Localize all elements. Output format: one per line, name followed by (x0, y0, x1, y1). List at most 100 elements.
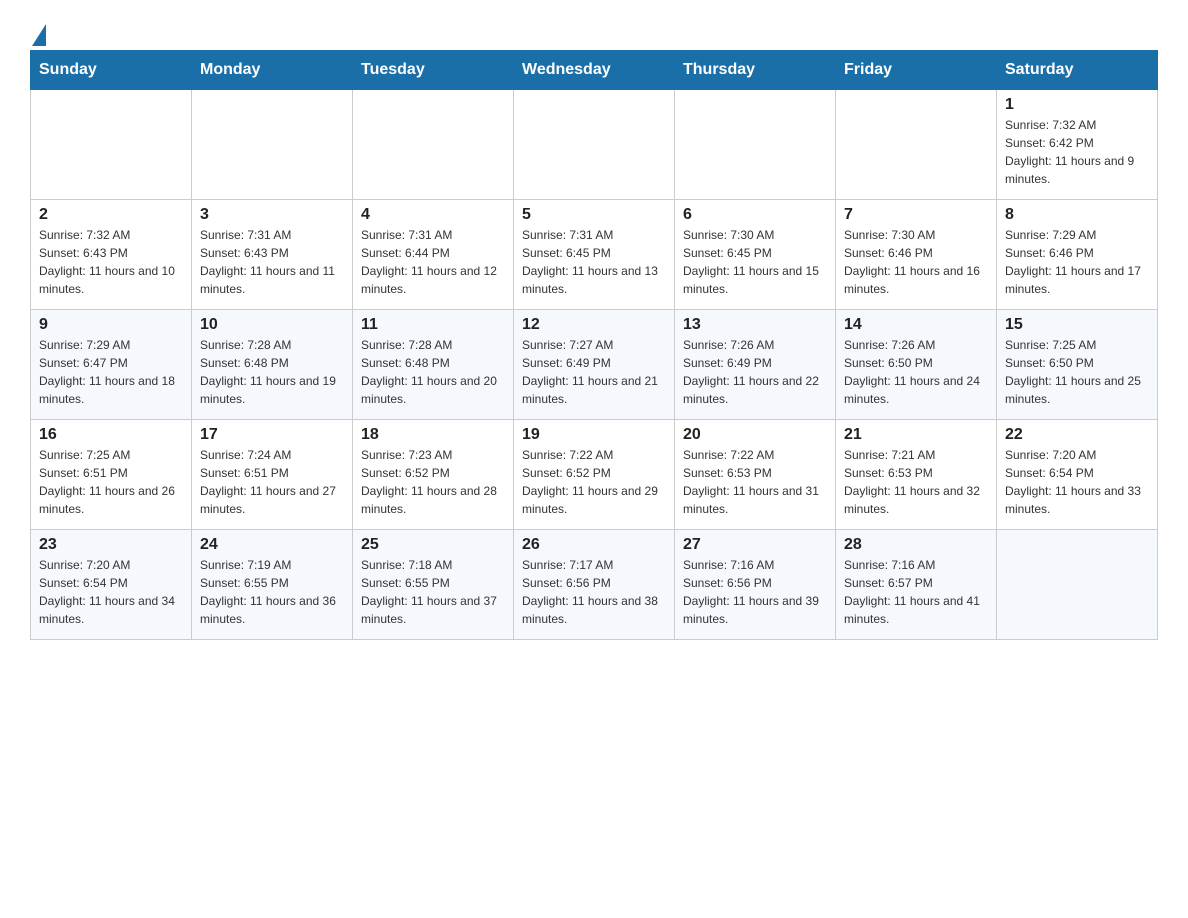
calendar-week-row: 2 Sunrise: 7:32 AMSunset: 6:43 PMDaylight… (31, 200, 1158, 310)
calendar-cell: 23Sunrise: 7:20 AMSunset: 6:54 PMDayligh… (31, 530, 192, 640)
calendar-cell: 26 Sunrise: 7:17 AMSunset: 6:56 PMDayligh… (514, 530, 675, 640)
day-info: Sunrise: 7:31 AMSunset: 6:44 PMDaylight:… (361, 226, 505, 298)
calendar-cell: 17 Sunrise: 7:24 AMSunset: 6:51 PMDayligh… (192, 420, 353, 530)
calendar-cell: 16 Sunrise: 7:25 AMSunset: 6:51 PMDayligh… (31, 420, 192, 530)
day-number: 8 (1005, 206, 1149, 224)
calendar-cell: 4 Sunrise: 7:31 AMSunset: 6:44 PMDaylight… (353, 200, 514, 310)
day-info: Sunrise: 7:17 AMSunset: 6:56 PMDaylight:… (522, 556, 666, 628)
day-info: Sunrise: 7:30 AMSunset: 6:46 PMDaylight:… (844, 226, 988, 298)
day-info: Sunrise: 7:25 AMSunset: 6:51 PMDaylight:… (39, 446, 183, 518)
calendar-cell: 11 Sunrise: 7:28 AMSunset: 6:48 PMDayligh… (353, 310, 514, 420)
day-info: Sunrise: 7:24 AMSunset: 6:51 PMDaylight:… (200, 446, 344, 518)
logo-triangle-icon (32, 24, 46, 46)
calendar-cell: 6Sunrise: 7:30 AMSunset: 6:45 PMDaylight… (675, 200, 836, 310)
day-info: Sunrise: 7:28 AMSunset: 6:48 PMDaylight:… (361, 336, 505, 408)
day-number: 6 (683, 206, 827, 224)
calendar-week-row: 16 Sunrise: 7:25 AMSunset: 6:51 PMDayligh… (31, 420, 1158, 530)
day-info: Sunrise: 7:27 AMSunset: 6:49 PMDaylight:… (522, 336, 666, 408)
calendar-cell (514, 90, 675, 200)
day-number: 24 (200, 536, 344, 554)
day-info: Sunrise: 7:23 AMSunset: 6:52 PMDaylight:… (361, 446, 505, 518)
day-info: Sunrise: 7:31 AMSunset: 6:43 PMDaylight:… (200, 226, 344, 298)
calendar-cell (353, 90, 514, 200)
weekday-header-saturday: Saturday (997, 51, 1158, 90)
day-number: 21 (844, 426, 988, 444)
day-info: Sunrise: 7:31 AMSunset: 6:45 PMDaylight:… (522, 226, 666, 298)
day-number: 1 (1005, 96, 1149, 114)
weekday-header-sunday: Sunday (31, 51, 192, 90)
weekday-header-row: SundayMondayTuesdayWednesdayThursdayFrid… (31, 51, 1158, 90)
day-number: 18 (361, 426, 505, 444)
day-info: Sunrise: 7:21 AMSunset: 6:53 PMDaylight:… (844, 446, 988, 518)
day-number: 27 (683, 536, 827, 554)
day-number: 25 (361, 536, 505, 554)
day-number: 11 (361, 316, 505, 334)
day-info: Sunrise: 7:26 AMSunset: 6:50 PMDaylight:… (844, 336, 988, 408)
weekday-header-monday: Monday (192, 51, 353, 90)
day-info: Sunrise: 7:32 AMSunset: 6:42 PMDaylight:… (1005, 116, 1149, 188)
day-info: Sunrise: 7:29 AMSunset: 6:46 PMDaylight:… (1005, 226, 1149, 298)
calendar-cell (31, 90, 192, 200)
day-info: Sunrise: 7:16 AMSunset: 6:57 PMDaylight:… (844, 556, 988, 628)
day-number: 14 (844, 316, 988, 334)
calendar-cell: 27 Sunrise: 7:16 AMSunset: 6:56 PMDayligh… (675, 530, 836, 640)
calendar-cell (997, 530, 1158, 640)
calendar-cell (836, 90, 997, 200)
day-number: 22 (1005, 426, 1149, 444)
calendar-cell: 20 Sunrise: 7:22 AMSunset: 6:53 PMDayligh… (675, 420, 836, 530)
day-info: Sunrise: 7:18 AMSunset: 6:55 PMDaylight:… (361, 556, 505, 628)
page-header (30, 20, 1158, 40)
day-info: Sunrise: 7:22 AMSunset: 6:52 PMDaylight:… (522, 446, 666, 518)
calendar-body: 1 Sunrise: 7:32 AMSunset: 6:42 PMDaylight… (31, 90, 1158, 640)
day-info: Sunrise: 7:19 AMSunset: 6:55 PMDaylight:… (200, 556, 344, 628)
day-number: 4 (361, 206, 505, 224)
day-number: 15 (1005, 316, 1149, 334)
calendar-cell: 9 Sunrise: 7:29 AMSunset: 6:47 PMDaylight… (31, 310, 192, 420)
calendar-cell: 5 Sunrise: 7:31 AMSunset: 6:45 PMDaylight… (514, 200, 675, 310)
day-number: 5 (522, 206, 666, 224)
day-number: 17 (200, 426, 344, 444)
day-number: 19 (522, 426, 666, 444)
day-number: 13 (683, 316, 827, 334)
day-number: 16 (39, 426, 183, 444)
calendar-cell: 28 Sunrise: 7:16 AMSunset: 6:57 PMDayligh… (836, 530, 997, 640)
calendar-cell: 24 Sunrise: 7:19 AMSunset: 6:55 PMDayligh… (192, 530, 353, 640)
day-number: 20 (683, 426, 827, 444)
calendar-cell: 7Sunrise: 7:30 AMSunset: 6:46 PMDaylight… (836, 200, 997, 310)
logo (30, 20, 84, 40)
calendar-cell: 19 Sunrise: 7:22 AMSunset: 6:52 PMDayligh… (514, 420, 675, 530)
day-info: Sunrise: 7:29 AMSunset: 6:47 PMDaylight:… (39, 336, 183, 408)
day-number: 10 (200, 316, 344, 334)
day-info: Sunrise: 7:20 AMSunset: 6:54 PMDaylight:… (39, 556, 183, 628)
calendar-cell: 12 Sunrise: 7:27 AMSunset: 6:49 PMDayligh… (514, 310, 675, 420)
calendar-header: SundayMondayTuesdayWednesdayThursdayFrid… (31, 51, 1158, 90)
day-number: 26 (522, 536, 666, 554)
weekday-header-wednesday: Wednesday (514, 51, 675, 90)
day-number: 28 (844, 536, 988, 554)
calendar-cell: 15 Sunrise: 7:25 AMSunset: 6:50 PMDayligh… (997, 310, 1158, 420)
weekday-header-tuesday: Tuesday (353, 51, 514, 90)
day-info: Sunrise: 7:28 AMSunset: 6:48 PMDaylight:… (200, 336, 344, 408)
calendar-cell (192, 90, 353, 200)
calendar-cell (675, 90, 836, 200)
day-number: 2 (39, 206, 183, 224)
day-info: Sunrise: 7:22 AMSunset: 6:53 PMDaylight:… (683, 446, 827, 518)
weekday-header-friday: Friday (836, 51, 997, 90)
calendar-week-row: 9 Sunrise: 7:29 AMSunset: 6:47 PMDaylight… (31, 310, 1158, 420)
calendar-week-row: 1 Sunrise: 7:32 AMSunset: 6:42 PMDaylight… (31, 90, 1158, 200)
calendar-cell: 10 Sunrise: 7:28 AMSunset: 6:48 PMDayligh… (192, 310, 353, 420)
day-number: 9 (39, 316, 183, 334)
calendar-table: SundayMondayTuesdayWednesdayThursdayFrid… (30, 50, 1158, 640)
day-info: Sunrise: 7:32 AMSunset: 6:43 PMDaylight:… (39, 226, 183, 298)
calendar-cell: 14 Sunrise: 7:26 AMSunset: 6:50 PMDayligh… (836, 310, 997, 420)
calendar-cell: 8 Sunrise: 7:29 AMSunset: 6:46 PMDaylight… (997, 200, 1158, 310)
calendar-cell: 22Sunrise: 7:20 AMSunset: 6:54 PMDayligh… (997, 420, 1158, 530)
calendar-cell: 21 Sunrise: 7:21 AMSunset: 6:53 PMDayligh… (836, 420, 997, 530)
calendar-cell: 18 Sunrise: 7:23 AMSunset: 6:52 PMDayligh… (353, 420, 514, 530)
calendar-week-row: 23Sunrise: 7:20 AMSunset: 6:54 PMDayligh… (31, 530, 1158, 640)
weekday-header-thursday: Thursday (675, 51, 836, 90)
day-info: Sunrise: 7:25 AMSunset: 6:50 PMDaylight:… (1005, 336, 1149, 408)
day-info: Sunrise: 7:16 AMSunset: 6:56 PMDaylight:… (683, 556, 827, 628)
calendar-cell: 25 Sunrise: 7:18 AMSunset: 6:55 PMDayligh… (353, 530, 514, 640)
day-number: 12 (522, 316, 666, 334)
